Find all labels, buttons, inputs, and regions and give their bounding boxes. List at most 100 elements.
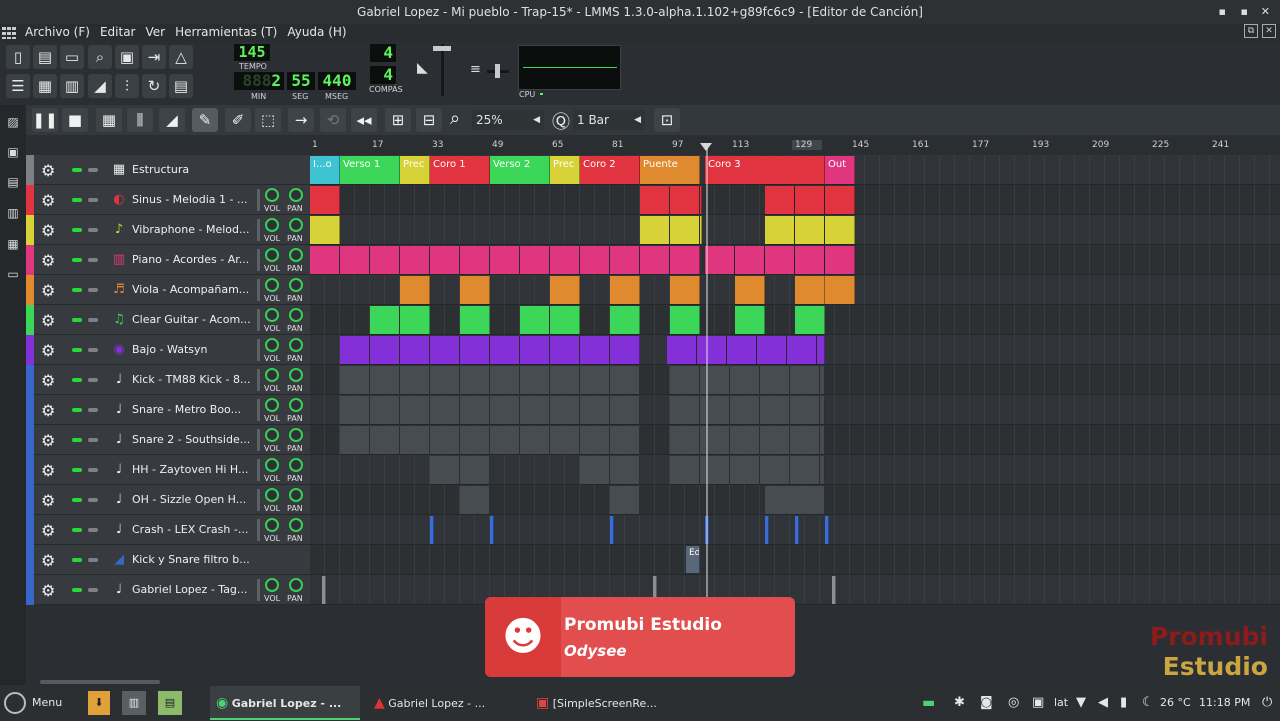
- pattern-clip[interactable]: [610, 516, 614, 544]
- app-menu-icon[interactable]: [2, 27, 16, 39]
- mute-button[interactable]: [72, 198, 82, 202]
- controller-rack-icon[interactable]: ↻: [142, 74, 166, 98]
- master-volume-slider[interactable]: [433, 44, 451, 96]
- track-lane[interactable]: [310, 545, 1280, 575]
- mute-button[interactable]: [72, 498, 82, 502]
- loop-points-icon[interactable]: ⟲: [320, 108, 346, 132]
- save-project-icon[interactable]: ▣: [115, 45, 139, 69]
- instrument-plugins-icon[interactable]: ▨: [6, 115, 20, 129]
- add-beat-track-icon[interactable]: ▦: [96, 108, 122, 132]
- pattern-clip[interactable]: [765, 216, 855, 244]
- structure-clip[interactable]: I...o: [310, 156, 340, 184]
- structure-clip[interactable]: Coro 3: [705, 156, 825, 184]
- minimize-icon[interactable]: ▪: [1219, 0, 1226, 24]
- pattern-clip[interactable]: [610, 306, 640, 334]
- structure-clip[interactable]: Coro 2: [580, 156, 640, 184]
- track-name[interactable]: Snare 2 - Southside...: [132, 433, 256, 446]
- volume-knob[interactable]: [265, 518, 279, 532]
- pattern-clip[interactable]: [610, 486, 640, 514]
- weather-temp[interactable]: 26 °C: [1160, 686, 1191, 720]
- beat-editor-icon[interactable]: ▦: [33, 74, 57, 98]
- pattern-clip[interactable]: [705, 246, 855, 274]
- gear-icon[interactable]: ⚙: [41, 401, 55, 420]
- new-from-template-icon[interactable]: ▤: [33, 45, 57, 69]
- remove-bar-icon[interactable]: ⊟: [416, 108, 442, 132]
- volume-knob[interactable]: [265, 578, 279, 592]
- export-icon[interactable]: ⇥: [142, 45, 166, 69]
- volume-knob[interactable]: [265, 248, 279, 262]
- task-lmms-2[interactable]: ▲ Gabriel Lopez - ...: [372, 686, 522, 720]
- pattern-clip[interactable]: [340, 426, 640, 454]
- gear-icon[interactable]: ⚙: [41, 161, 55, 180]
- pan-knob[interactable]: [289, 518, 303, 532]
- pattern-clip[interactable]: [825, 516, 829, 544]
- pattern-clip[interactable]: [610, 276, 640, 304]
- network-icon[interactable]: ▼: [1076, 686, 1086, 720]
- solo-button[interactable]: [88, 528, 98, 532]
- pattern-clip[interactable]: [670, 276, 700, 304]
- pause-button[interactable]: ❚❚: [32, 108, 58, 132]
- stop-behaviour-icon[interactable]: ◂◂: [351, 108, 377, 132]
- pattern-clip[interactable]: [670, 306, 700, 334]
- pattern-clip[interactable]: [670, 456, 825, 484]
- recent-projects-icon[interactable]: ⌕: [88, 45, 112, 69]
- pattern-clip[interactable]: [670, 366, 825, 394]
- track-lane[interactable]: [310, 575, 1280, 605]
- pattern-clip[interactable]: [370, 306, 430, 334]
- open-project-icon[interactable]: ▭: [60, 45, 84, 69]
- solo-button[interactable]: [88, 168, 98, 172]
- track-name[interactable]: Snare - Metro Boo...: [132, 403, 256, 416]
- gear-icon[interactable]: ⚙: [41, 221, 55, 240]
- volume-knob[interactable]: [265, 218, 279, 232]
- mute-button[interactable]: [72, 408, 82, 412]
- solo-button[interactable]: [88, 588, 98, 592]
- pan-knob[interactable]: [289, 428, 303, 442]
- mixer-icon[interactable]: ⫶: [115, 74, 139, 98]
- pattern-clip[interactable]: [340, 366, 640, 394]
- pattern-clip[interactable]: [460, 486, 490, 514]
- track-header[interactable]: ⚙ ▦ Estructura: [26, 155, 310, 185]
- track-header[interactable]: ⚙ ♩ Gabriel Lopez - Tag... VOL PAN: [26, 575, 310, 605]
- solo-button[interactable]: [88, 258, 98, 262]
- time-sig-denominator[interactable]: 4: [370, 66, 396, 84]
- track-name[interactable]: Crash - LEX Crash -...: [132, 523, 256, 536]
- mute-button[interactable]: [72, 318, 82, 322]
- pattern-clip[interactable]: [310, 186, 340, 214]
- pattern-clip[interactable]: [765, 486, 825, 514]
- gear-icon[interactable]: ⚙: [41, 311, 55, 330]
- pattern-clip[interactable]: [825, 276, 855, 304]
- power-icon[interactable]: ⏻: [1262, 686, 1272, 720]
- gear-icon[interactable]: ⚙: [41, 341, 55, 360]
- pattern-clip[interactable]: [795, 276, 825, 304]
- proportional-snap-icon[interactable]: ⊡: [654, 108, 680, 132]
- structure-clip[interactable]: Coro 1: [430, 156, 490, 184]
- pan-knob[interactable]: [289, 488, 303, 502]
- gear-icon[interactable]: ⚙: [41, 431, 55, 450]
- new-project-icon[interactable]: ▯: [6, 45, 30, 69]
- camera-icon[interactable]: ◙: [980, 686, 993, 720]
- pattern-clip[interactable]: [340, 396, 640, 424]
- my-presets-icon[interactable]: ▥: [6, 206, 20, 220]
- pattern-clip[interactable]: [670, 396, 825, 424]
- project-notes-icon[interactable]: ▤: [169, 74, 193, 98]
- auto-scroll-icon[interactable]: →: [288, 108, 314, 132]
- steam-icon[interactable]: ◎: [1008, 686, 1019, 720]
- pattern-clip[interactable]: [520, 306, 580, 334]
- clock[interactable]: 11:18 PM: [1199, 686, 1250, 720]
- track-name[interactable]: Gabriel Lopez - Tag...: [132, 583, 256, 596]
- solo-button[interactable]: [88, 318, 98, 322]
- add-sample-track-icon[interactable]: ⫼: [127, 108, 153, 132]
- pattern-clip[interactable]: [832, 576, 836, 604]
- mute-button[interactable]: [72, 558, 82, 562]
- track-name[interactable]: Bajo - Watsyn: [132, 343, 256, 356]
- mute-button[interactable]: [72, 168, 82, 172]
- time-sig-numerator[interactable]: 4: [370, 44, 396, 62]
- volume-knob[interactable]: [265, 368, 279, 382]
- track-name[interactable]: Clear Guitar - Acom...: [132, 313, 256, 326]
- solo-button[interactable]: [88, 498, 98, 502]
- song-editor-icon[interactable]: ☰: [6, 74, 30, 98]
- pan-knob[interactable]: [289, 278, 303, 292]
- master-pitch-slider[interactable]: [487, 64, 509, 78]
- add-automation-track-icon[interactable]: ◢: [159, 108, 185, 132]
- pan-knob[interactable]: [289, 578, 303, 592]
